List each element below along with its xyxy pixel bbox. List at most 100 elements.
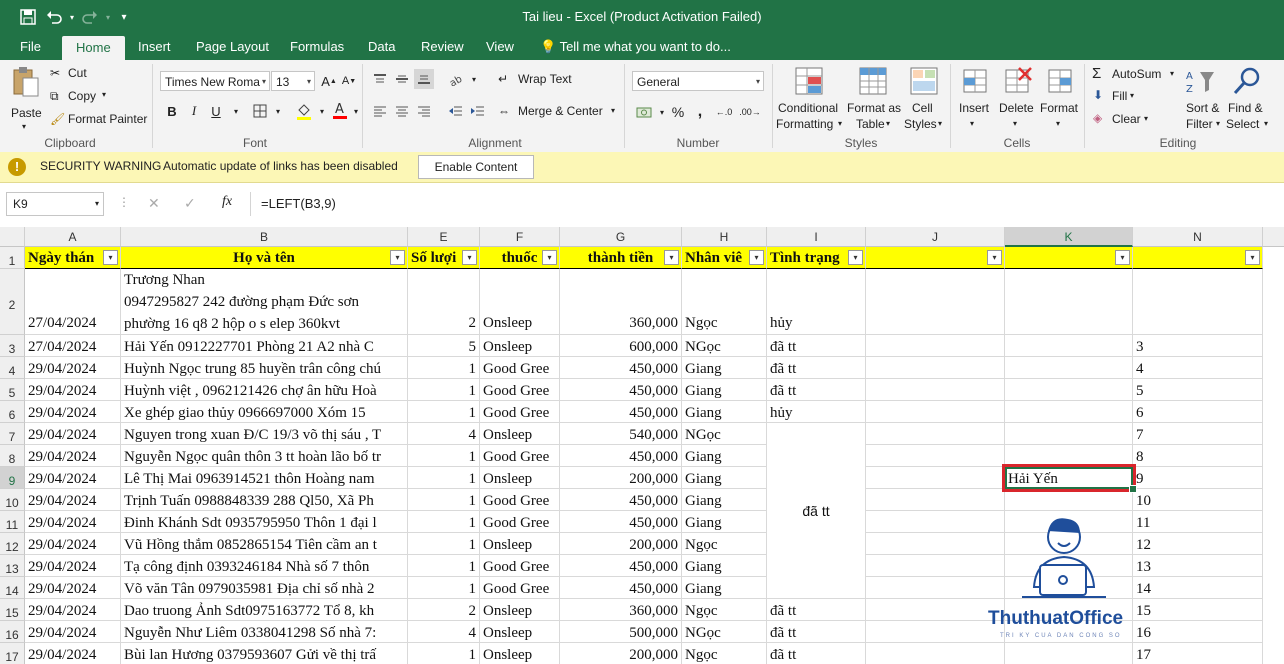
cell-b3[interactable]: Hải Yến 0912227701 Phòng 21 A2 nhà C xyxy=(121,335,408,357)
cell-i2[interactable]: hủy xyxy=(767,269,866,335)
header-cell-j[interactable]: ▾ xyxy=(866,247,1005,269)
orientation-dropdown-icon[interactable]: ▾ xyxy=(464,69,484,89)
cell-i16[interactable]: đã tt xyxy=(767,621,866,643)
cell-n2[interactable] xyxy=(1133,269,1263,335)
cell-g11[interactable]: 450,000 xyxy=(560,511,682,533)
cell-j5[interactable] xyxy=(866,379,1005,401)
cell-b5[interactable]: Huỳnh việt , 0962121426 chợ ân hữu Hoà xyxy=(121,379,408,401)
cell-i15[interactable]: đã tt xyxy=(767,599,866,621)
cell-g3[interactable]: 600,000 xyxy=(560,335,682,357)
cell-a6[interactable]: 29/04/2024 xyxy=(25,401,121,423)
currency-icon[interactable] xyxy=(634,102,654,122)
cell-e16[interactable]: 4 xyxy=(408,621,480,643)
merged-status-cell[interactable]: đã tt xyxy=(767,423,866,599)
conditional-formatting-button[interactable]: Conditional Formatting ▾ xyxy=(776,64,842,134)
align-middle-icon[interactable] xyxy=(392,69,412,89)
header-cell-i[interactable]: Tình trạng ▾ xyxy=(767,247,866,269)
cell-g14[interactable]: 450,000 xyxy=(560,577,682,599)
tab-review[interactable]: Review xyxy=(421,34,464,60)
increase-font-icon[interactable]: A ▲ xyxy=(319,71,339,91)
tell-me-box[interactable]: 💡 Tell me what you want to do... xyxy=(540,34,731,60)
cell-h15[interactable]: Ngọc xyxy=(682,599,767,621)
cell-a3[interactable]: 27/04/2024 xyxy=(25,335,121,357)
formula-input[interactable]: =LEFT(B3,9) xyxy=(250,192,1280,216)
delete-cells-button[interactable]: Delete ▾ xyxy=(996,64,1038,134)
cell-n8[interactable]: 8 xyxy=(1133,445,1263,467)
cell-e13[interactable]: 1 xyxy=(408,555,480,577)
cell-k3[interactable] xyxy=(1005,335,1133,357)
cell-b9[interactable]: Lê Thị Mai 0963914521 thôn Hoàng nam xyxy=(121,467,408,489)
enter-icon[interactable]: ✓ xyxy=(184,195,196,212)
header-cell-k[interactable]: ▾ xyxy=(1005,247,1133,269)
filter-dropdown-icon[interactable]: ▾ xyxy=(749,250,764,265)
row-header[interactable]: 12 xyxy=(0,533,25,555)
borders-dropdown-icon[interactable]: ▾ xyxy=(268,101,288,121)
cell-h4[interactable]: Giang xyxy=(682,357,767,379)
format-as-table-button[interactable]: Format as Table ▾ xyxy=(846,64,902,134)
cell-h10[interactable]: Giang xyxy=(682,489,767,511)
cell-g10[interactable]: 450,000 xyxy=(560,489,682,511)
cell-g12[interactable]: 200,000 xyxy=(560,533,682,555)
cell-n3[interactable]: 3 xyxy=(1133,335,1263,357)
cell-h16[interactable]: NGọc xyxy=(682,621,767,643)
fill-color-icon[interactable] xyxy=(294,101,314,121)
cell-n6[interactable]: 6 xyxy=(1133,401,1263,423)
cell-f15[interactable]: Onsleep xyxy=(480,599,560,621)
align-center-icon[interactable] xyxy=(392,101,412,121)
cell-g13[interactable]: 450,000 xyxy=(560,555,682,577)
cell-e15[interactable]: 2 xyxy=(408,599,480,621)
header-cell-a[interactable]: Ngày thán ▾ xyxy=(25,247,121,269)
row-header[interactable]: 16 xyxy=(0,621,25,643)
cell-h11[interactable]: Giang xyxy=(682,511,767,533)
cell-n14[interactable]: 14 xyxy=(1133,577,1263,599)
row-header[interactable]: 17 xyxy=(0,643,25,664)
row-header[interactable]: 10 xyxy=(0,489,25,511)
cell-h2[interactable]: Ngọc xyxy=(682,269,767,335)
cell-f12[interactable]: Onsleep xyxy=(480,533,560,555)
cell-f6[interactable]: Good Gree xyxy=(480,401,560,423)
column-header-f[interactable]: F xyxy=(480,227,560,247)
tab-home[interactable]: Home xyxy=(62,36,125,60)
format-cells-button[interactable]: Format ▾ xyxy=(1038,64,1082,134)
column-header-i[interactable]: I xyxy=(767,227,866,247)
column-header-n[interactable]: N xyxy=(1133,227,1263,247)
cell-g16[interactable]: 500,000 xyxy=(560,621,682,643)
cell-b13[interactable]: Tạ công định 0393246184 Nhà số 7 thôn xyxy=(121,555,408,577)
cell-n11[interactable]: 11 xyxy=(1133,511,1263,533)
column-header-b[interactable]: B xyxy=(121,227,408,247)
row-header[interactable]: 13 xyxy=(0,555,25,577)
column-header-g[interactable]: G xyxy=(560,227,682,247)
cell-e11[interactable]: 1 xyxy=(408,511,480,533)
cell-i6[interactable]: hủy xyxy=(767,401,866,423)
cell-a5[interactable]: 29/04/2024 xyxy=(25,379,121,401)
cell-styles-button[interactable]: Cell Styles ▾ xyxy=(904,64,946,134)
increase-indent-icon[interactable] xyxy=(468,101,488,121)
cell-j6[interactable] xyxy=(866,401,1005,423)
cell-g4[interactable]: 450,000 xyxy=(560,357,682,379)
cell-e14[interactable]: 1 xyxy=(408,577,480,599)
tab-view[interactable]: View xyxy=(486,34,514,60)
row-header[interactable]: 5 xyxy=(0,379,25,401)
cell-h5[interactable]: Giang xyxy=(682,379,767,401)
select-all-corner[interactable] xyxy=(0,227,25,247)
percent-icon[interactable]: % xyxy=(668,102,688,122)
enable-content-button[interactable]: Enable Content xyxy=(418,155,534,179)
filter-dropdown-icon[interactable]: ▾ xyxy=(987,250,1002,265)
cell-e9[interactable]: 1 xyxy=(408,467,480,489)
cell-n10[interactable]: 10 xyxy=(1133,489,1263,511)
row-header[interactable]: 9 xyxy=(0,467,25,489)
cell-f5[interactable]: Good Gree xyxy=(480,379,560,401)
cell-b14[interactable]: Võ văn Tân 0979035981 Địa chỉ số nhà 2 xyxy=(121,577,408,599)
column-header-h[interactable]: H xyxy=(682,227,767,247)
header-cell-f[interactable]: thuốc ▾ xyxy=(480,247,560,269)
cell-g5[interactable]: 450,000 xyxy=(560,379,682,401)
cell-a2[interactable]: 27/04/2024 xyxy=(25,269,121,335)
tab-insert[interactable]: Insert xyxy=(138,34,171,60)
tab-file[interactable]: File xyxy=(20,34,41,60)
name-box[interactable]: K9 ▾ xyxy=(6,192,104,216)
cell-f13[interactable]: Good Gree xyxy=(480,555,560,577)
cell-f14[interactable]: Good Gree xyxy=(480,577,560,599)
cell-b11[interactable]: Đinh Khánh Sdt 0935795950 Thôn 1 đại l xyxy=(121,511,408,533)
filter-dropdown-icon[interactable]: ▾ xyxy=(1115,250,1130,265)
selected-cell-k9[interactable]: Hải Yến xyxy=(1005,467,1133,489)
